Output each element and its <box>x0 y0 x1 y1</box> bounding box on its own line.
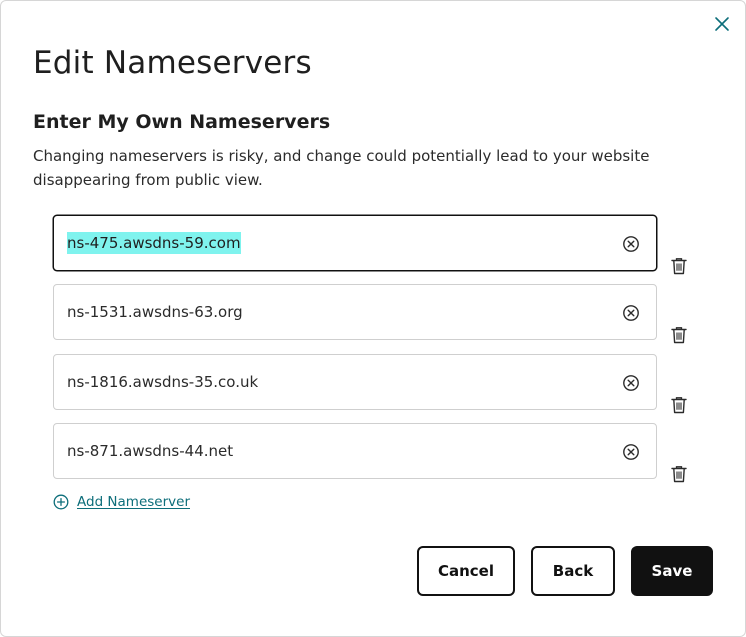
nameserver-input-1[interactable]: ns-475.awsdns-59.com <box>67 232 241 254</box>
dialog-subtitle: Enter My Own Nameservers <box>33 111 331 133</box>
trash-icon <box>671 327 687 344</box>
nameserver-field-4[interactable] <box>53 423 657 479</box>
plus-circle-icon <box>53 494 69 510</box>
dialog-title: Edit Nameservers <box>33 45 312 81</box>
cancel-button[interactable]: Cancel <box>417 546 515 596</box>
nameserver-row-3 <box>53 354 693 414</box>
clear-circle-x-icon <box>623 444 639 460</box>
clear-nameserver-2-button[interactable] <box>622 304 640 322</box>
nameserver-field-1[interactable]: ns-475.awsdns-59.com <box>53 215 657 271</box>
trash-icon <box>671 397 687 414</box>
nameserver-row-1: ns-475.awsdns-59.com <box>53 215 693 275</box>
delete-nameserver-1-button[interactable] <box>671 257 689 277</box>
delete-nameserver-2-button[interactable] <box>671 326 689 346</box>
save-button[interactable]: Save <box>631 546 713 596</box>
nameserver-input-2[interactable] <box>54 297 597 327</box>
clear-nameserver-3-button[interactable] <box>622 374 640 392</box>
add-nameserver-link[interactable]: Add Nameserver <box>53 494 190 510</box>
dialog-description: Changing nameservers is risky, and chang… <box>33 147 650 189</box>
close-button[interactable] <box>712 14 732 34</box>
nameserver-input-4[interactable] <box>54 436 597 466</box>
close-icon <box>715 17 729 31</box>
nameserver-field-2[interactable] <box>53 284 657 340</box>
clear-circle-x-icon <box>623 375 639 391</box>
delete-nameserver-4-button[interactable] <box>671 465 689 485</box>
edit-nameservers-dialog: Edit Nameservers Enter My Own Nameserver… <box>0 0 746 637</box>
clear-circle-x-icon <box>623 236 639 252</box>
nameserver-field-3[interactable] <box>53 354 657 410</box>
clear-nameserver-4-button[interactable] <box>622 443 640 461</box>
clear-circle-x-icon <box>623 305 639 321</box>
back-button[interactable]: Back <box>531 546 615 596</box>
clear-nameserver-1-button[interactable] <box>622 235 640 253</box>
trash-icon <box>671 258 687 275</box>
add-nameserver-label: Add Nameserver <box>77 494 190 510</box>
nameserver-input-3[interactable] <box>54 367 597 397</box>
trash-icon <box>671 466 687 483</box>
delete-nameserver-3-button[interactable] <box>671 396 689 416</box>
nameserver-row-2 <box>53 284 693 344</box>
nameserver-row-4 <box>53 423 693 483</box>
